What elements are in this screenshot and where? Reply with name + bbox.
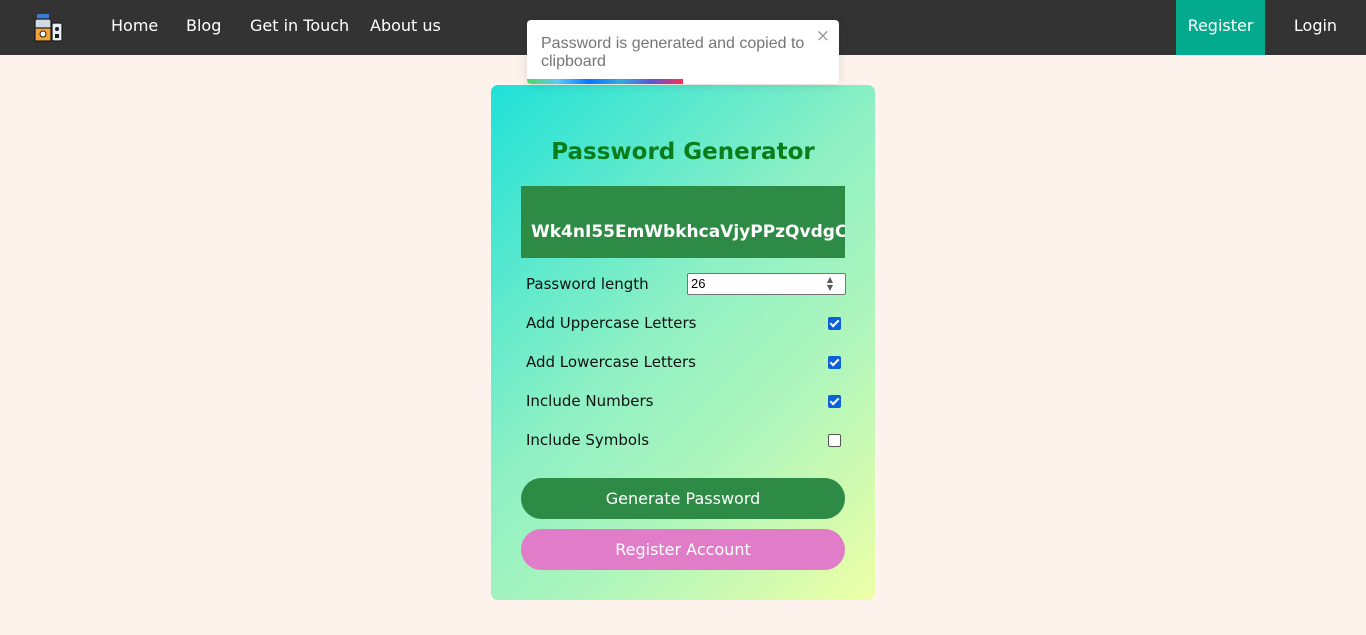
page-title: Password Generator (551, 139, 815, 165)
numbers-checkbox[interactable] (828, 395, 841, 408)
nav-blog-link[interactable]: Blog (186, 0, 221, 55)
password-length-label: Password length (526, 275, 649, 293)
close-icon[interactable]: × (816, 26, 830, 46)
number-spinner-icon[interactable]: ▲ ▼ (822, 276, 838, 294)
nav-login-button[interactable]: Login (1265, 0, 1366, 55)
generate-password-button[interactable]: Generate Password (521, 478, 845, 519)
uppercase-checkbox[interactable] (828, 317, 841, 330)
lowercase-option-label: Add Lowercase Letters (526, 353, 696, 371)
nav-home-link[interactable]: Home (111, 0, 158, 55)
nav-get-in-touch-link[interactable]: Get in Touch (250, 0, 349, 55)
checkmark-icon (829, 356, 840, 367)
checkmark-icon (829, 317, 840, 328)
register-account-button[interactable]: Register Account (521, 529, 845, 570)
nav-about-us-link[interactable]: About us (370, 0, 441, 55)
symbols-checkbox[interactable] (828, 434, 841, 447)
nav-register-button[interactable]: Register (1176, 0, 1265, 55)
uppercase-option-label: Add Uppercase Letters (526, 314, 697, 332)
symbols-option-label: Include Symbols (526, 431, 650, 449)
generated-password-text: Wk4nI55EmWbkhcaVjyPPzQvdgC (531, 222, 845, 242)
lowercase-checkbox[interactable] (828, 356, 841, 369)
numbers-option-label: Include Numbers (526, 392, 654, 410)
toast-progress-bar (527, 79, 683, 84)
generated-password-display[interactable]: Wk4nI55EmWbkhcaVjyPPzQvdgC (521, 186, 845, 258)
tools-app-logo-icon[interactable] (31, 10, 65, 44)
copied-toast: Password is generated and copied to clip… (527, 20, 839, 84)
checkmark-icon (829, 395, 840, 406)
toast-message: Password is generated and copied to clip… (541, 35, 805, 70)
